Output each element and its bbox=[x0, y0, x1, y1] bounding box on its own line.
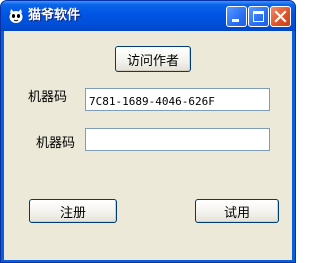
close-button[interactable] bbox=[270, 6, 291, 27]
maximize-icon bbox=[253, 11, 264, 22]
machine-code-label: 机器码 bbox=[28, 90, 68, 105]
visit-author-label: 访问作者 bbox=[126, 53, 179, 69]
register-code-label: 机器码 bbox=[36, 136, 76, 151]
register-button-label: 注册 bbox=[59, 205, 86, 221]
app-icon[interactable] bbox=[8, 8, 24, 24]
close-icon bbox=[274, 10, 287, 23]
register-button[interactable]: 注册 bbox=[29, 199, 117, 223]
dialog-body: 访问作者 机器码 机器码 注册 试用 bbox=[4, 31, 292, 260]
app-window: 猫爷软件 访问作者 机器码 机器码 注册 bbox=[0, 0, 296, 263]
minimize-button[interactable] bbox=[226, 6, 247, 27]
visit-author-button[interactable]: 访问作者 bbox=[115, 46, 191, 72]
machine-code-field[interactable] bbox=[85, 88, 270, 111]
maximize-button[interactable] bbox=[248, 6, 269, 27]
title-bar[interactable]: 猫爷软件 bbox=[1, 1, 295, 31]
register-code-field[interactable] bbox=[85, 128, 270, 151]
window-title: 猫爷软件 bbox=[28, 8, 81, 23]
trial-button-label: 试用 bbox=[223, 205, 250, 221]
minimize-icon bbox=[232, 19, 239, 22]
trial-button[interactable]: 试用 bbox=[195, 199, 279, 223]
